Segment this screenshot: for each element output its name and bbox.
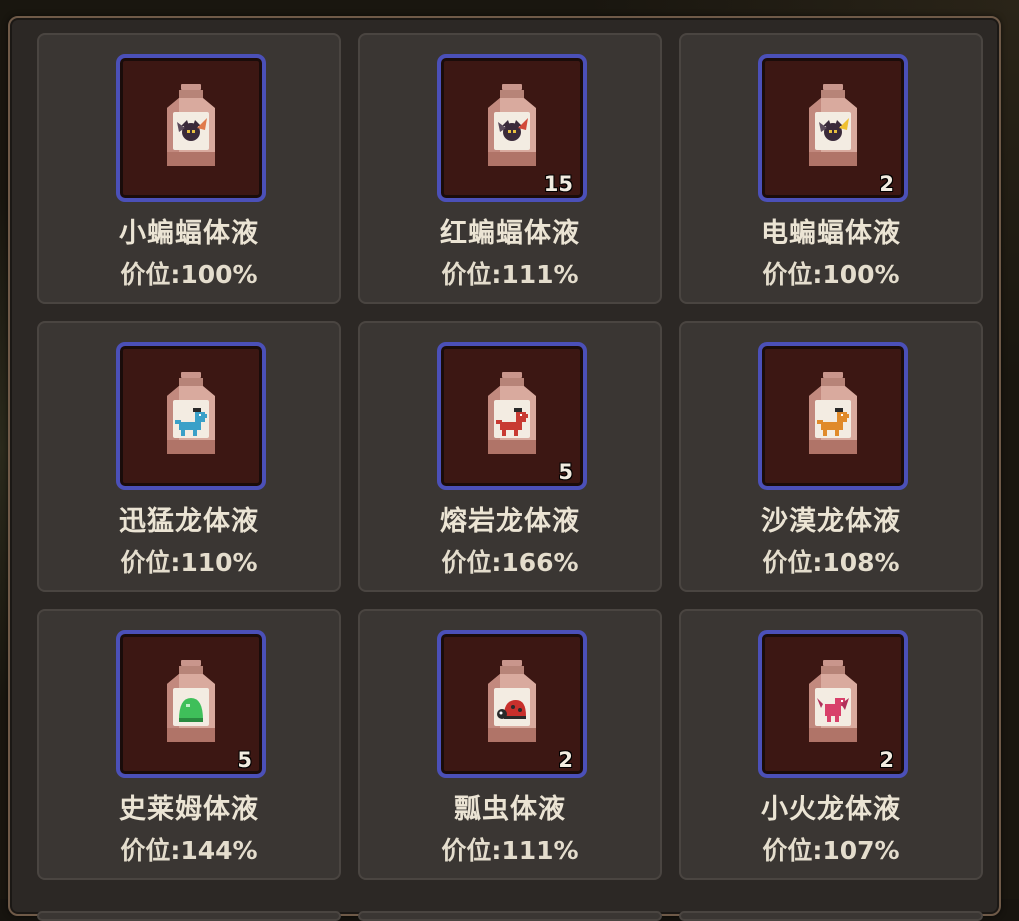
item-count: 2 (879, 748, 894, 772)
item-name: 瓢虫体液 (454, 794, 566, 825)
item-name: 迅猛龙体液 (119, 506, 259, 537)
item-slot[interactable]: 5 (437, 342, 587, 490)
item-card-9[interactable]: 2 小火龙体液 价位:107% (679, 609, 983, 880)
item-grid: 小蝙蝠体液 价位:100% 15 红蝙蝠体液 价位:111% 2 电蝙蝠体液 价… (37, 33, 983, 880)
item-price: 价位:107% (762, 836, 900, 865)
item-count: 5 (558, 460, 573, 484)
item-slot[interactable] (116, 342, 266, 490)
item-count: 5 (237, 748, 252, 772)
item-price: 价位:111% (441, 260, 579, 289)
item-price: 价位:100% (120, 260, 258, 289)
item-slot[interactable]: 5 (116, 630, 266, 778)
item-price: 价位:144% (120, 836, 258, 865)
item-slot[interactable]: 15 (437, 54, 587, 202)
small-bat-essence-icon (167, 84, 215, 166)
item-name: 红蝙蝠体液 (440, 218, 580, 249)
item-price: 价位:100% (762, 260, 900, 289)
ladybug-essence-icon (488, 660, 536, 742)
item-name: 小火龙体液 (761, 794, 901, 825)
electric-bat-essence-icon (809, 84, 857, 166)
slime-essence-icon (167, 660, 215, 742)
item-card-8[interactable]: 2 瓢虫体液 价位:111% (358, 609, 662, 880)
partial-card (358, 911, 662, 921)
desert-dragon-essence-icon (809, 372, 857, 454)
item-card-3[interactable]: 2 电蝙蝠体液 价位:100% (679, 33, 983, 304)
red-bat-essence-icon (488, 84, 536, 166)
item-name: 史莱姆体液 (119, 794, 259, 825)
raptor-essence-icon (167, 372, 215, 454)
item-card-5[interactable]: 5 熔岩龙体液 价位:166% (358, 321, 662, 592)
inventory-panel: 小蝙蝠体液 价位:100% 15 红蝙蝠体液 价位:111% 2 电蝙蝠体液 价… (8, 16, 1001, 921)
item-name: 熔岩龙体液 (440, 506, 580, 537)
item-price: 价位:111% (441, 836, 579, 865)
item-count: 2 (879, 172, 894, 196)
partial-card (37, 911, 341, 921)
item-count: 2 (558, 748, 573, 772)
item-card-6[interactable]: 沙漠龙体液 价位:108% (679, 321, 983, 592)
item-slot[interactable]: 2 (437, 630, 587, 778)
partial-card (679, 911, 983, 921)
item-price: 价位:166% (441, 548, 579, 577)
item-card-7[interactable]: 5 史莱姆体液 价位:144% (37, 609, 341, 880)
item-name: 小蝙蝠体液 (119, 218, 259, 249)
item-card-4[interactable]: 迅猛龙体液 价位:110% (37, 321, 341, 592)
item-card-2[interactable]: 15 红蝙蝠体液 价位:111% (358, 33, 662, 304)
item-price: 价位:110% (120, 548, 258, 577)
item-name: 沙漠龙体液 (761, 506, 901, 537)
item-card-1[interactable]: 小蝙蝠体液 价位:100% (37, 33, 341, 304)
lava-dragon-essence-icon (488, 372, 536, 454)
item-slot[interactable] (758, 342, 908, 490)
item-count: 15 (543, 172, 573, 196)
item-name: 电蝙蝠体液 (761, 218, 901, 249)
small-fire-dragon-essence-icon (809, 660, 857, 742)
item-slot[interactable]: 2 (758, 54, 908, 202)
item-slot[interactable] (116, 54, 266, 202)
item-price: 价位:108% (762, 548, 900, 577)
item-slot[interactable]: 2 (758, 630, 908, 778)
